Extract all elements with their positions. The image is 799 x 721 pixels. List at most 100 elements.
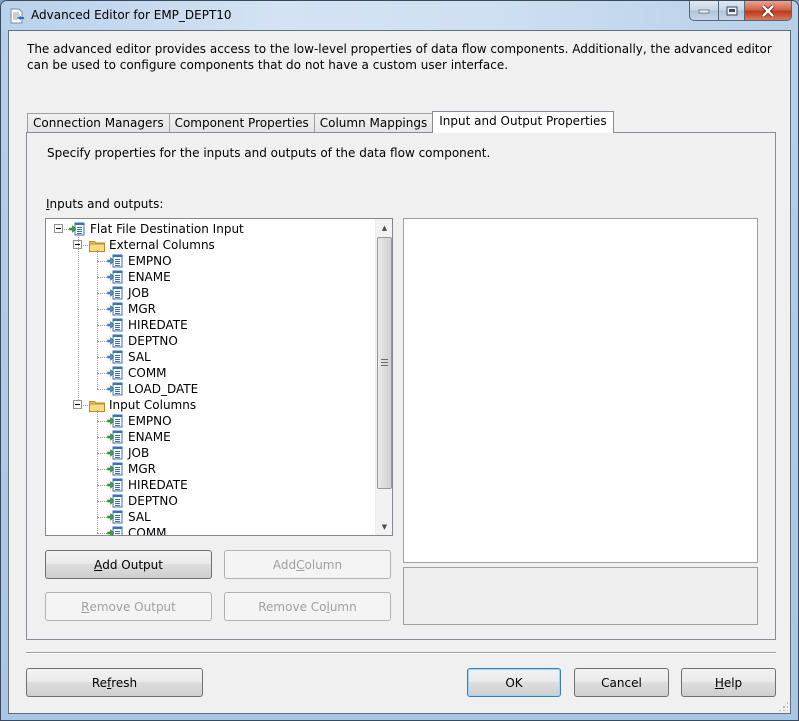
external-column-icon [107,334,123,348]
grip-icon [381,359,388,367]
tab-input-output-properties[interactable]: Input and Output Properties [432,111,614,133]
scroll-up-arrow[interactable]: ▲ [376,219,392,236]
tree-node-column[interactable]: ENAME [107,429,171,445]
tree-vertical-scrollbar[interactable]: ▲ ▼ [375,219,392,535]
tree-connector-line [97,277,107,278]
window-title: Advanced Editor for EMP_DEPT10 [31,8,232,22]
properties-grid[interactable] [403,218,758,563]
help-button[interactable]: Help [681,668,776,697]
input-column-icon [107,510,123,524]
tree-node-label: LOAD_DATE [128,382,199,396]
tree-node-column[interactable]: LOAD_DATE [107,381,198,397]
tree-node-label: MGR [128,302,156,316]
input-column-icon [107,478,123,492]
tree-connector-line [97,389,107,390]
tree-node-column[interactable]: DEPTNO [107,333,178,349]
tree-node-column[interactable]: MGR [107,301,156,317]
tree-node-column[interactable]: SAL [107,349,151,365]
tree-node-label: EMPNO [128,414,172,428]
tree-node-label: COMM [128,366,167,380]
tree-node-root[interactable]: Flat File Destination Input [69,221,244,237]
tree-connector-line [97,250,98,389]
tree-node-column[interactable]: HIREDATE [107,317,188,333]
tree-connector-line [97,410,98,533]
input-column-icon [107,494,123,508]
tree-connector-line [97,421,107,422]
tree-node-column[interactable]: HIREDATE [107,477,188,493]
tab-component-properties[interactable]: Component Properties [168,113,315,133]
remove-output-button[interactable]: Remove Output [45,592,212,621]
cancel-button[interactable]: Cancel [574,668,669,697]
tab-strip: Connection Managers Component Properties… [27,111,614,133]
btn-text: resh [111,675,138,690]
btn-text: umn [329,599,357,614]
tree-connector-line [97,325,107,326]
btn-text: dd Output [102,557,163,572]
tree-node-label: Flat File Destination Input [90,222,244,236]
tree-node-column[interactable]: JOB [107,445,149,461]
tab-column-mappings[interactable]: Column Mappings [313,113,434,133]
tree-node-column[interactable]: COMM [107,365,167,381]
external-column-icon [107,270,123,284]
input-column-icon [107,446,123,460]
btn-text: elp [723,675,743,690]
maximize-button[interactable] [718,1,745,21]
tree-node-label: ENAME [128,430,171,444]
mnemonic: C [296,557,305,572]
btn-text: olumn [304,557,343,572]
external-column-icon [107,302,123,316]
add-output-button[interactable]: Add Output [45,550,212,579]
tree-node-column[interactable]: EMPNO [107,413,172,429]
close-button[interactable] [745,1,792,21]
add-column-button[interactable]: Add Column [224,550,391,579]
inputs-outputs-label: Inputs and outputs: [46,197,163,211]
maximize-icon [726,6,737,15]
tree-node-column[interactable]: COMM [107,525,167,535]
tree-node-column[interactable]: ENAME [107,269,171,285]
property-description-pane [403,567,758,625]
tree-connector-line [97,261,107,262]
tree-node-label: Input Columns [109,398,197,412]
external-column-icon [107,286,123,300]
btn-text: emove Output [89,599,176,614]
title-bar[interactable]: Advanced Editor for EMP_DEPT10 [1,1,798,31]
tree-node-label: DEPTNO [128,494,178,508]
mnemonic: R [81,599,90,614]
close-icon [761,4,775,17]
tab-connection-managers[interactable]: Connection Managers [27,113,170,133]
panel-description: Specify properties for the inputs and ou… [47,146,491,160]
tree-node-label: EMPNO [128,254,172,268]
tree-connector-line [97,453,107,454]
tree-node-column[interactable]: SAL [107,509,151,525]
ok-button[interactable]: OK [467,668,561,697]
tree-connector-line [83,405,88,406]
tree-content: Flat File Destination Input External Colu… [46,219,376,535]
collapse-toggle-icon[interactable] [73,400,82,409]
minimize-button[interactable] [689,1,718,21]
tree-connector-line [97,485,107,486]
inputs-outputs-tree[interactable]: Flat File Destination Input External Colu… [45,218,393,536]
remove-column-button[interactable]: Remove Co l umn [224,592,391,621]
tree-node-column[interactable]: MGR [107,461,156,477]
tab-panel-input-output: Specify properties for the inputs and ou… [26,132,776,640]
refresh-button[interactable]: Re f resh [26,668,203,697]
scroll-down-arrow[interactable]: ▼ [376,518,392,535]
footer-separator [26,652,776,654]
tree-node-group[interactable]: External Columns [89,237,215,253]
tree-node-label: HIREDATE [128,478,188,492]
advanced-editor-window: Advanced Editor for EMP_DEPT10 The advan… [0,0,799,721]
tree-node-label: DEPTNO [128,334,178,348]
tree-node-column[interactable]: EMPNO [107,253,172,269]
tree-node-column[interactable]: JOB [107,285,149,301]
tree-node-group[interactable]: Input Columns [89,397,196,413]
tree-node-column[interactable]: DEPTNO [107,493,178,509]
tree-connector-line [97,309,107,310]
input-column-icon [107,414,123,428]
external-column-icon [107,382,123,396]
dialog-client-area: The advanced editor provides access to t… [8,30,791,714]
collapse-toggle-icon[interactable] [54,224,63,233]
input-icon [69,222,85,236]
resize-grip[interactable] [778,701,788,711]
external-column-icon [107,318,123,332]
scroll-thumb[interactable] [377,237,392,489]
